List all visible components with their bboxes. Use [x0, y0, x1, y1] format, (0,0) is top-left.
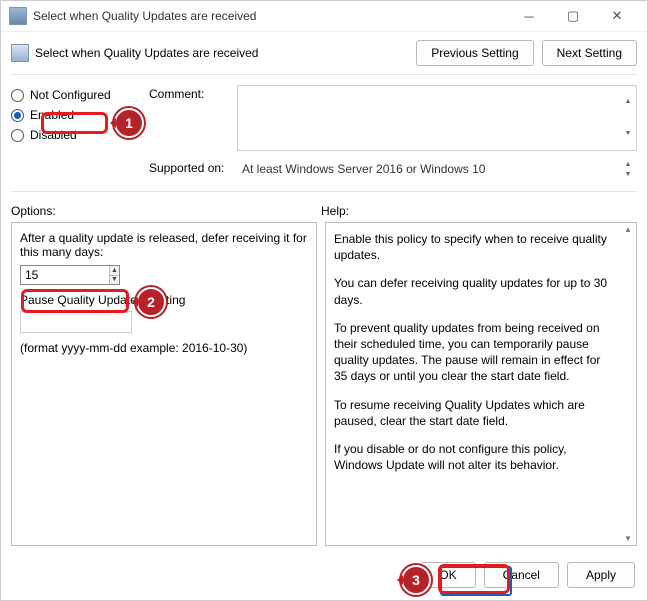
- policy-heading: Select when Quality Updates are received: [35, 46, 258, 60]
- chevron-up-icon[interactable]: ▲: [621, 86, 635, 118]
- chevron-up-icon[interactable]: ▲: [621, 160, 635, 170]
- annotation-badge-2: 2: [136, 287, 166, 317]
- help-text: Enable this policy to specify when to re…: [334, 231, 628, 473]
- chevron-up-icon[interactable]: ▲: [624, 225, 632, 234]
- heading-row: Select when Quality Updates are received…: [1, 32, 647, 70]
- radio-not-configured-input[interactable]: [11, 89, 24, 102]
- app-icon: [9, 7, 27, 25]
- defer-days-spinner[interactable]: ▲ ▼: [20, 265, 120, 285]
- previous-setting-button[interactable]: Previous Setting: [416, 40, 533, 66]
- help-pane: Enable this policy to specify when to re…: [325, 222, 637, 546]
- divider: [11, 191, 637, 192]
- comment-label: Comment:: [149, 85, 237, 151]
- comment-row: Comment: ▲ ▼: [149, 85, 637, 151]
- policy-icon: [11, 44, 29, 62]
- radio-not-configured-label: Not Configured: [30, 88, 111, 102]
- help-scrollbar[interactable]: ▲ ▼: [620, 223, 636, 545]
- supported-scroll[interactable]: ▲ ▼: [621, 160, 635, 178]
- footer-buttons: OK Cancel Apply: [1, 554, 647, 600]
- divider: [11, 74, 637, 75]
- window-title: Select when Quality Updates are received: [33, 9, 256, 23]
- annotation-badge-3: 3: [401, 565, 431, 595]
- supported-label: Supported on:: [149, 159, 237, 179]
- chevron-down-icon[interactable]: ▼: [621, 170, 635, 180]
- maximize-button[interactable]: ▢: [551, 1, 595, 31]
- comment-scroll[interactable]: ▲ ▼: [621, 86, 635, 150]
- policy-dialog: Select when Quality Updates are received…: [0, 0, 648, 601]
- radio-enabled-input[interactable]: [11, 109, 24, 122]
- apply-button[interactable]: Apply: [567, 562, 635, 588]
- annotation-highlight-1: [41, 112, 108, 134]
- annotation-highlight-3: [438, 564, 510, 594]
- close-button[interactable]: ✕: [595, 1, 639, 31]
- right-fields: Comment: ▲ ▼ Supported on: At least Wind…: [149, 85, 637, 187]
- defer-label: After a quality update is released, defe…: [20, 231, 308, 259]
- supported-row: Supported on: At least Windows Server 20…: [149, 159, 637, 179]
- radio-disabled-input[interactable]: [11, 129, 24, 142]
- options-pane: After a quality update is released, defe…: [11, 222, 317, 546]
- supported-text: At least Windows Server 2016 or Windows …: [237, 159, 637, 179]
- panes: After a quality update is released, defe…: [1, 222, 647, 554]
- options-heading: Options:: [11, 204, 321, 218]
- defer-days-input[interactable]: [21, 268, 109, 282]
- comment-textarea[interactable]: ▲ ▼: [237, 85, 637, 151]
- format-note: (format yyyy-mm-dd example: 2016-10-30): [20, 341, 308, 355]
- chevron-down-icon[interactable]: ▼: [621, 118, 635, 150]
- minimize-button[interactable]: ─: [507, 1, 551, 31]
- annotation-badge-1: 1: [114, 108, 144, 138]
- radio-not-configured[interactable]: Not Configured: [11, 85, 149, 105]
- spinner-down-button[interactable]: ▼: [110, 275, 119, 285]
- spinner-up-button[interactable]: ▲: [110, 266, 119, 275]
- help-heading: Help:: [321, 204, 349, 218]
- pause-date-input[interactable]: [20, 311, 132, 333]
- panes-labels: Options: Help:: [1, 196, 647, 222]
- annotation-highlight-2: [21, 289, 129, 313]
- titlebar: Select when Quality Updates are received…: [1, 1, 647, 32]
- chevron-down-icon[interactable]: ▼: [624, 534, 632, 543]
- next-setting-button[interactable]: Next Setting: [542, 40, 637, 66]
